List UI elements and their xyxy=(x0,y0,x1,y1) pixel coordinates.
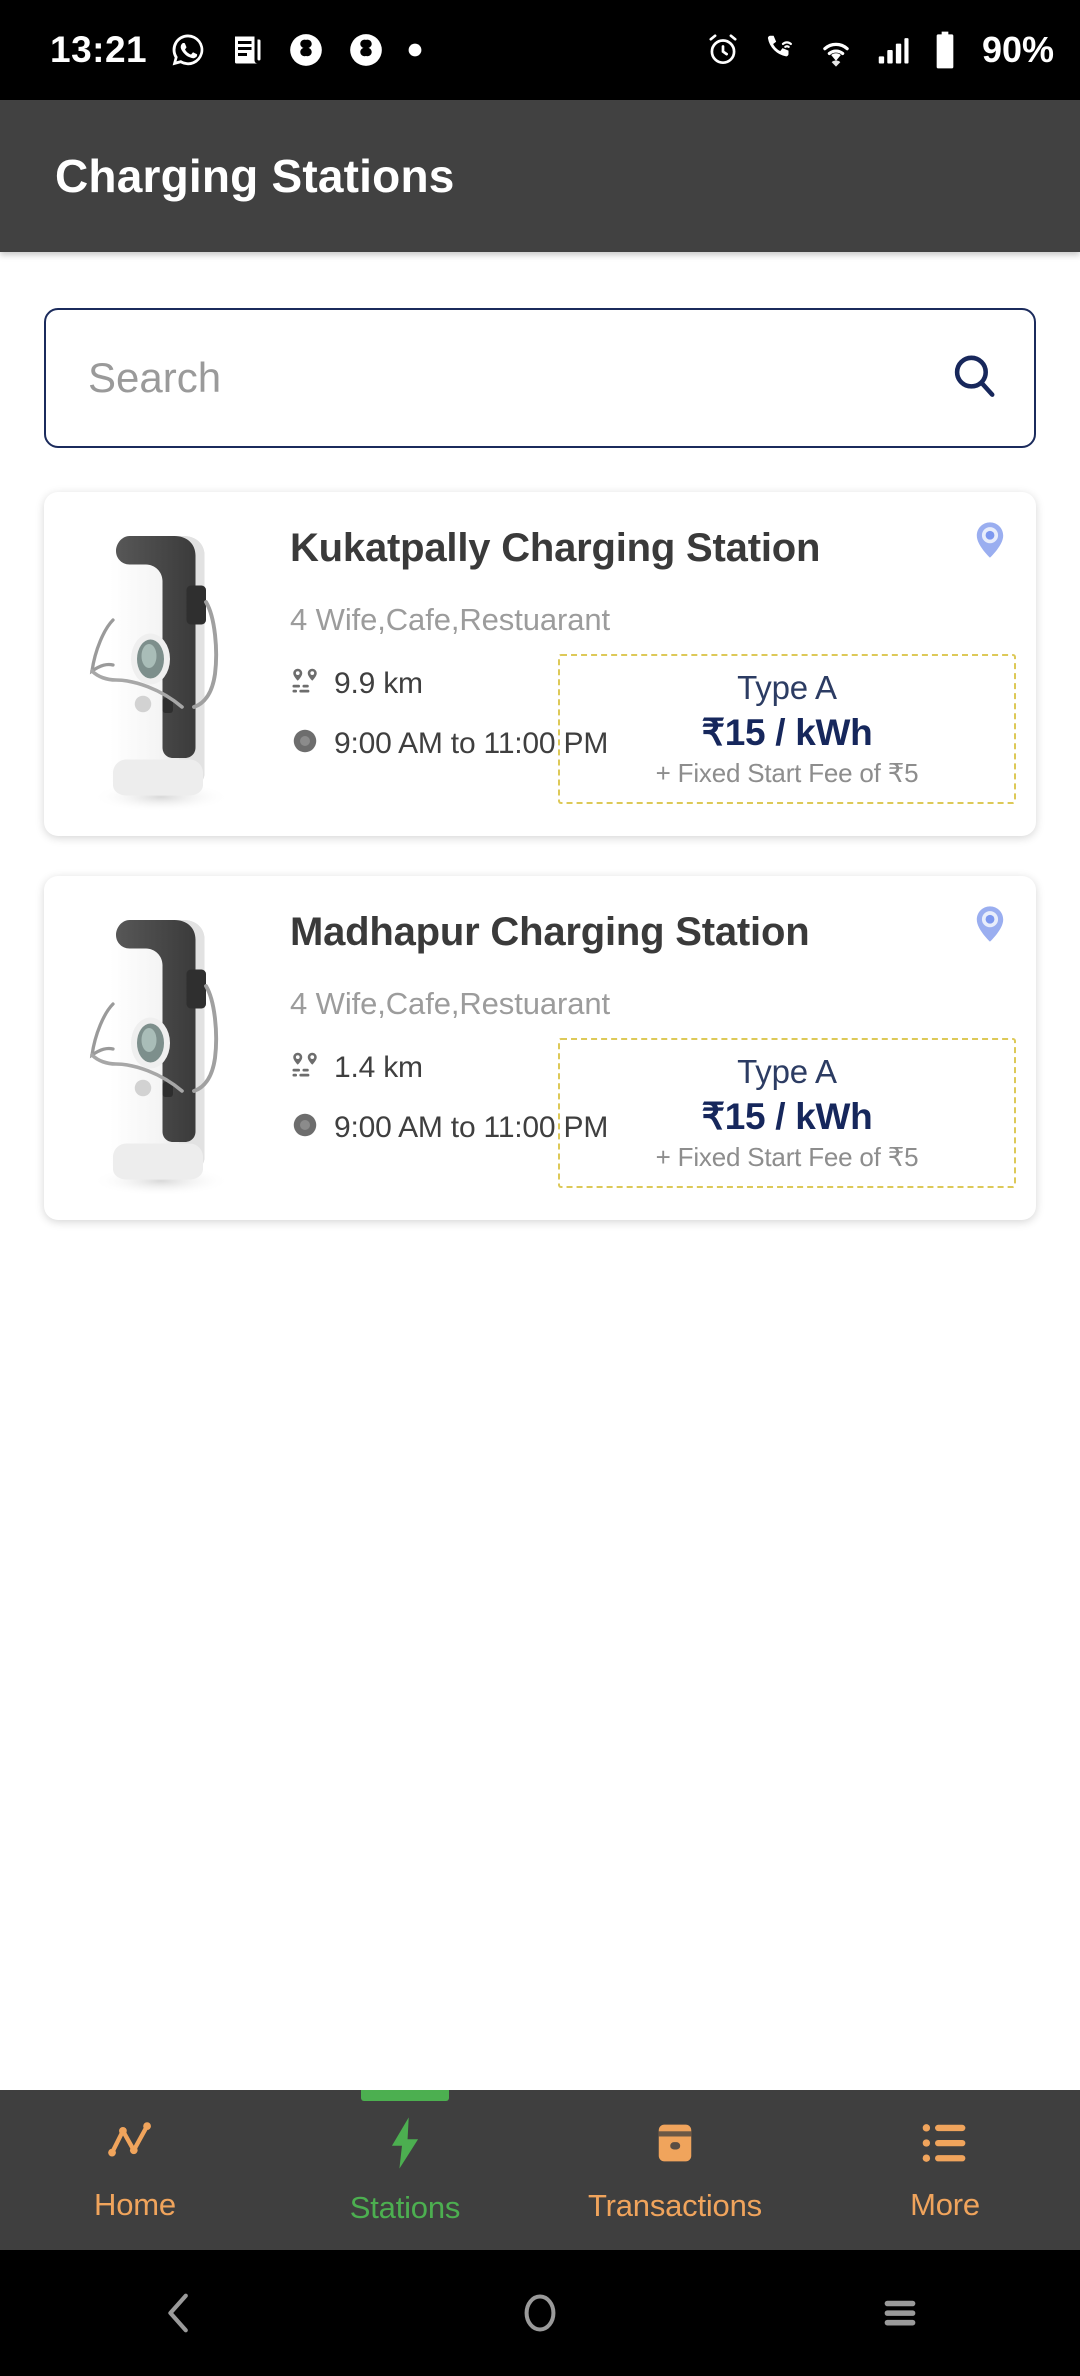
list-icon xyxy=(919,2118,971,2173)
fixed-fee-label: + Fixed Start Fee of ₹5 xyxy=(655,1142,919,1172)
rate-label: ₹15 / kWh xyxy=(701,712,873,753)
active-tab-indicator xyxy=(361,2090,449,2101)
nav-label-home: Home xyxy=(94,2186,176,2222)
battery-icon xyxy=(936,31,954,69)
app-icon-1 xyxy=(290,34,322,66)
station-name: Kukatpally Charging Station xyxy=(290,526,821,570)
ev-charger-image xyxy=(44,876,272,1220)
battery-percent-label: 90% xyxy=(981,29,1054,70)
nav-label-stations: Stations xyxy=(349,2189,461,2225)
wifi-icon xyxy=(823,42,849,67)
distance-label: 1.4 km xyxy=(334,1050,423,1084)
dot-icon xyxy=(408,43,422,57)
bottom-navigation: Home Stations Transactions More xyxy=(0,2090,1080,2250)
fixed-fee-label: + Fixed Start Fee of ₹5 xyxy=(655,758,919,788)
phone-wifi-calling-icon xyxy=(767,35,792,57)
home-circle-icon[interactable] xyxy=(440,2290,640,2336)
page-title: Charging Stations xyxy=(55,150,455,202)
alarm-clock-icon xyxy=(709,34,737,65)
whatsapp-icon xyxy=(172,34,204,66)
route-pins-icon xyxy=(290,1050,320,1085)
location-pin-icon[interactable] xyxy=(968,518,1012,562)
nav-item-more[interactable]: More xyxy=(810,2090,1080,2250)
table-row[interactable]: Madhapur Charging Station 4 Wife,Cafe,Re… xyxy=(44,876,1036,1220)
status-bar: 13:21 90% xyxy=(0,0,1080,100)
ev-charger-image xyxy=(44,492,272,836)
nav-item-home[interactable]: Home xyxy=(0,2090,270,2250)
nav-label-transactions: Transactions xyxy=(588,2187,762,2223)
search-input[interactable] xyxy=(88,354,948,402)
station-list: Kukatpally Charging Station 4 Wife,Cafe,… xyxy=(44,492,1036,1220)
route-pins-icon xyxy=(290,666,320,701)
clock-icon xyxy=(290,1110,320,1145)
search-icon[interactable] xyxy=(948,350,1000,407)
clock-icon xyxy=(290,726,320,761)
app-icon-2 xyxy=(350,34,382,66)
status-bar-left: 13:21 xyxy=(50,29,423,71)
recents-icon[interactable] xyxy=(800,2290,1000,2336)
android-navigation-bar xyxy=(0,2250,1080,2376)
bolt-icon xyxy=(381,2115,429,2176)
news-article-icon xyxy=(235,36,261,64)
card-icon xyxy=(649,2117,701,2174)
search-section xyxy=(44,308,1036,448)
location-pin-icon[interactable] xyxy=(968,902,1012,946)
station-amenities: 4 Wife,Cafe,Restuarant xyxy=(290,986,611,1021)
nav-label-more: More xyxy=(910,2186,980,2222)
status-bar-right: 90% xyxy=(704,29,1054,71)
connector-type: Type A xyxy=(737,1053,837,1090)
main-content: Kukatpally Charging Station 4 Wife,Cafe,… xyxy=(0,308,1080,1220)
distance-label: 9.9 km xyxy=(334,666,423,700)
nav-item-transactions[interactable]: Transactions xyxy=(540,2090,810,2250)
station-name: Madhapur Charging Station xyxy=(290,910,810,954)
connector-type: Type A xyxy=(737,669,837,706)
app-header: Charging Stations xyxy=(0,100,1080,252)
price-box: Type A ₹15 / kWh + Fixed Start Fee of ₹5 xyxy=(558,654,1016,804)
status-bar-clock: 13:21 xyxy=(50,29,148,70)
station-amenities: 4 Wife,Cafe,Restuarant xyxy=(290,602,611,637)
rate-label: ₹15 / kWh xyxy=(701,1096,873,1137)
nav-item-stations[interactable]: Stations xyxy=(270,2090,540,2250)
station-info: Madhapur Charging Station 4 Wife,Cafe,Re… xyxy=(272,876,1036,1220)
back-icon[interactable] xyxy=(80,2290,280,2336)
table-row[interactable]: Kukatpally Charging Station 4 Wife,Cafe,… xyxy=(44,492,1036,836)
price-box: Type A ₹15 / kWh + Fixed Start Fee of ₹5 xyxy=(558,1038,1016,1188)
station-info: Kukatpally Charging Station 4 Wife,Cafe,… xyxy=(272,492,1036,836)
line-chart-icon xyxy=(106,2118,164,2173)
search-bar[interactable] xyxy=(44,308,1036,448)
cellular-signal-icon xyxy=(878,38,909,64)
